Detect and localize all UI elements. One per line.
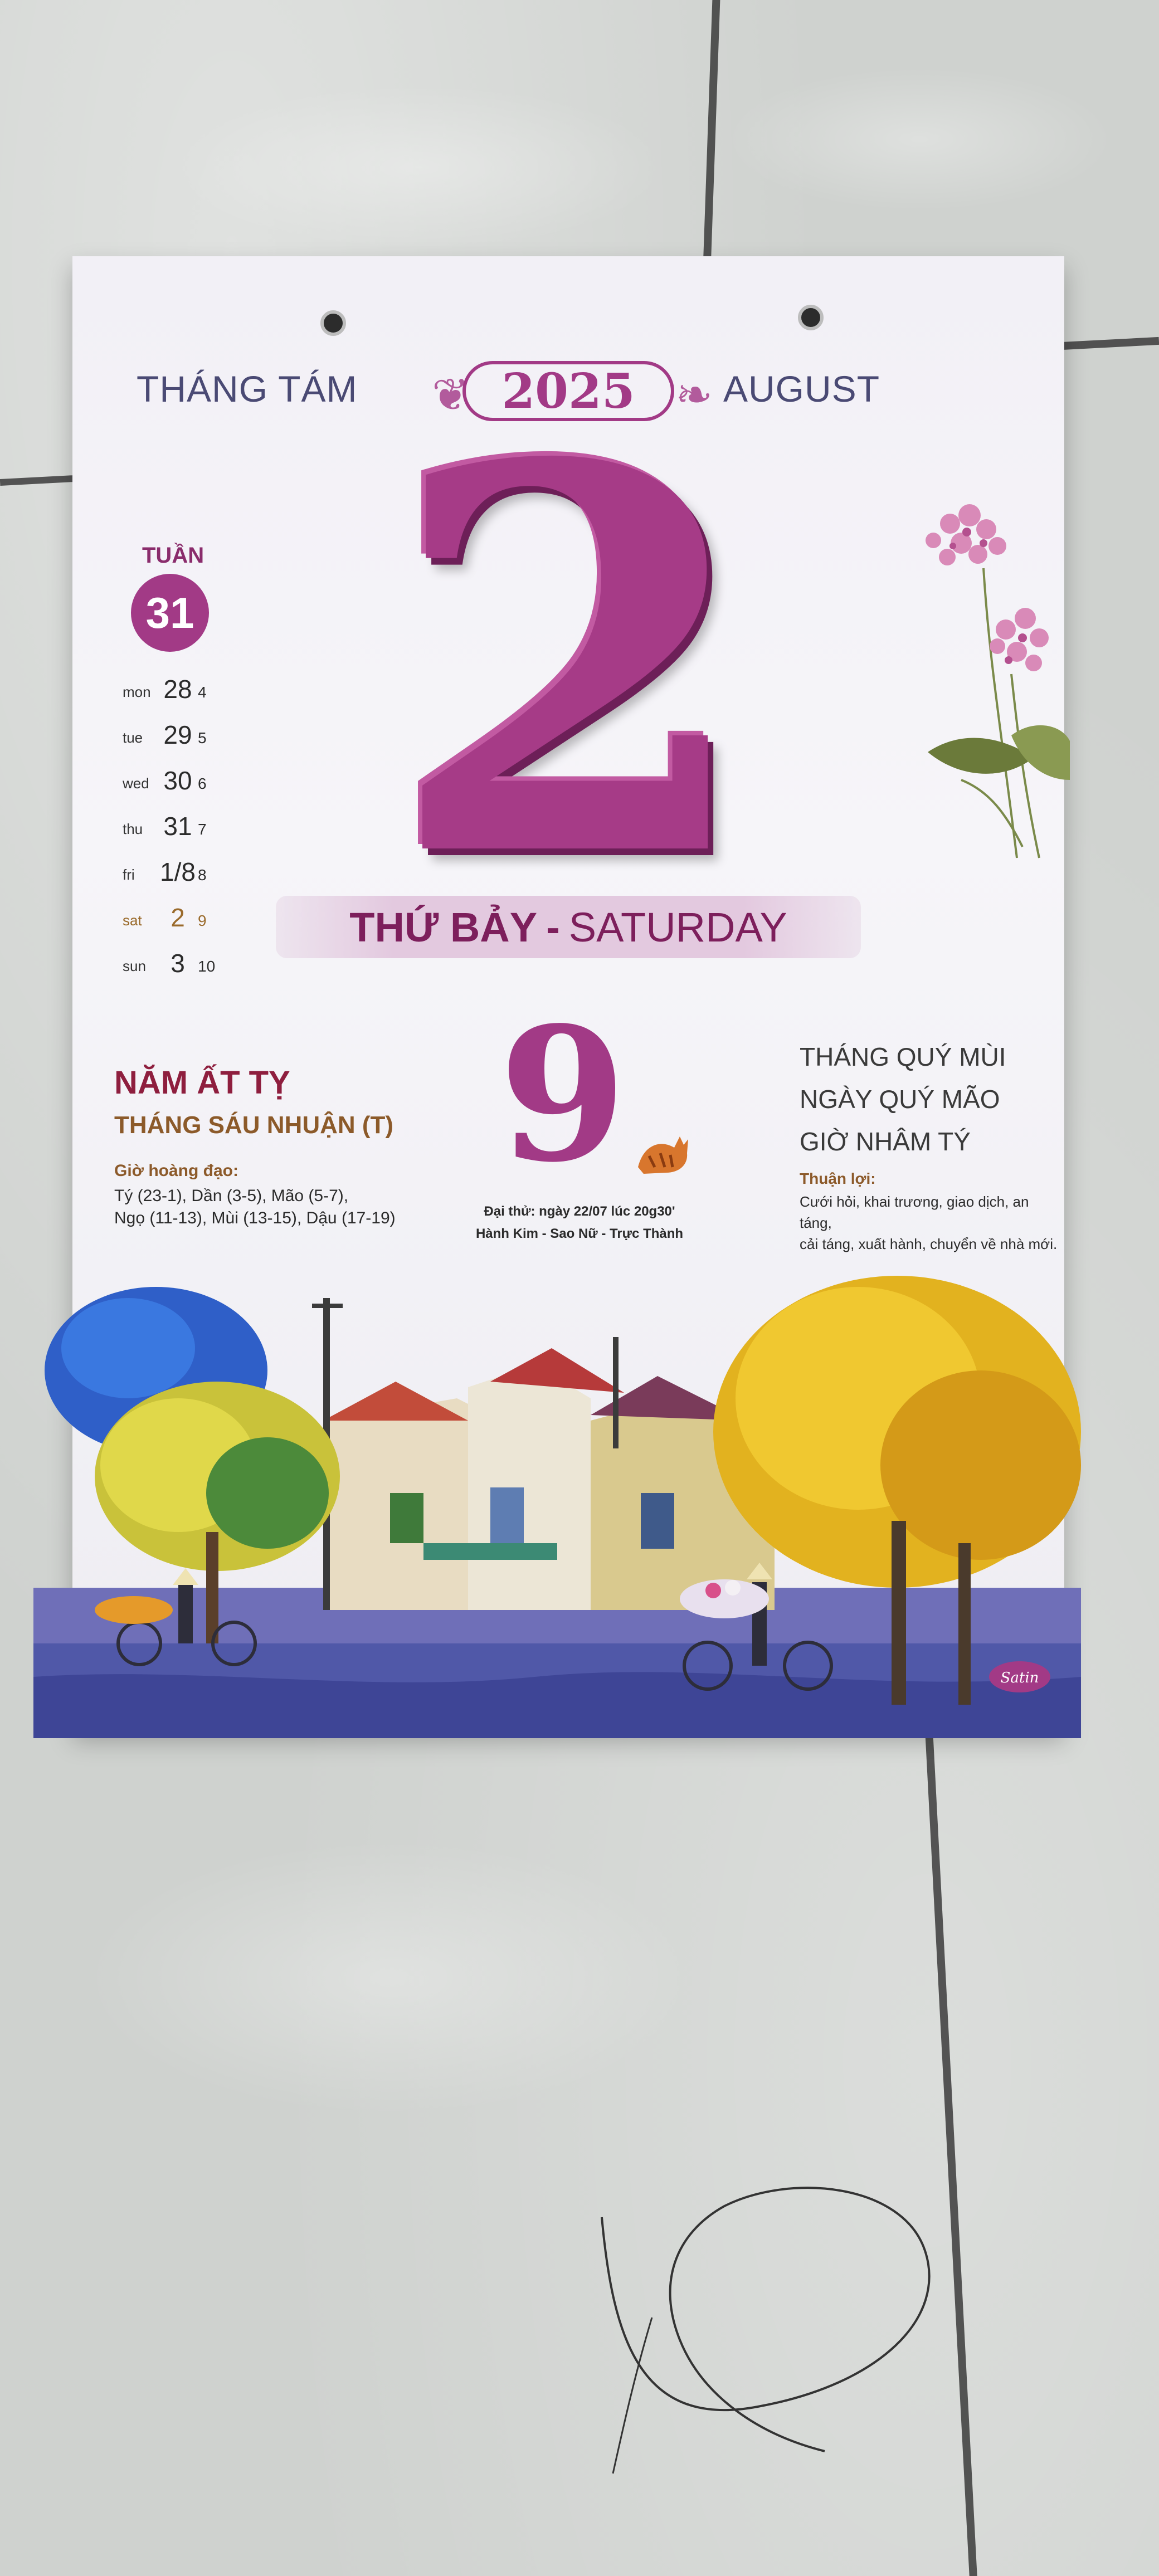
week-day-row: wed 30 6 xyxy=(123,763,234,808)
weekday-banner: THỨ BẢY - SATURDAY xyxy=(276,896,861,958)
week-day-date: 2 xyxy=(171,903,185,932)
can-chi-month: THÁNG QUÝ MÙI xyxy=(800,1042,1006,1071)
week-day-lunar: 6 xyxy=(198,775,207,792)
good-hours-line: Tý (23-1), Dần (3-5), Mão (5-7), xyxy=(114,1187,349,1205)
week-day-lunar: 9 xyxy=(198,912,207,929)
week-day-name: mon xyxy=(123,684,151,700)
week-day-date: 31 xyxy=(163,812,192,841)
flower-illustration xyxy=(926,504,1070,858)
week-day-date: 30 xyxy=(163,766,192,795)
lunar-month: THÁNG SÁU NHUẬN (T) xyxy=(114,1111,394,1139)
cat-icon xyxy=(638,1136,688,1174)
week-day-date: 28 xyxy=(163,675,192,704)
lunar-year-info: NĂM ẤT TỴ THÁNG SÁU NHUẬN (T) Giờ hoàng … xyxy=(114,1064,460,1230)
floor-marbling xyxy=(724,67,1114,212)
week-day-name: wed xyxy=(123,775,149,792)
solar-term-info: Đại thử: ngày 22/07 lúc 20g30' Hành Kim … xyxy=(457,1201,702,1245)
element-star-line: Hành Kim - Sao Nữ - Trực Thành xyxy=(475,1226,684,1241)
week-label: TUẦN xyxy=(142,543,204,568)
favorable-line: Cưới hỏi, khai trương, giao dịch, an tán… xyxy=(800,1193,1029,1231)
week-day-lunar: 4 xyxy=(198,684,207,701)
week-day-row: fri 1/8 8 xyxy=(123,854,234,900)
week-day-name: sun xyxy=(123,958,146,974)
can-chi-info: THÁNG QUÝ MÙI NGÀY QUÝ MÃO GIỜ NHÂM TÝ T… xyxy=(800,1042,1061,1255)
floor-marbling xyxy=(167,84,669,251)
week-day-lunar: 8 xyxy=(198,866,207,884)
week-day-lunar: 10 xyxy=(198,958,216,975)
week-day-row-today: sat 2 9 xyxy=(123,900,234,945)
lunar-year: NĂM ẤT TỴ xyxy=(114,1065,290,1101)
floor-marbling xyxy=(84,1838,697,2117)
week-day-name: fri xyxy=(123,866,135,883)
week-day-row: sun 3 10 xyxy=(123,945,234,991)
week-day-list: mon 28 4 tue 29 5 wed 30 6 thu 31 7 fri … xyxy=(123,671,234,991)
can-chi-hour: GIỜ NHÂM TÝ xyxy=(800,1127,971,1156)
solar-day-number: 2 xyxy=(387,352,756,974)
lunar-day-number: 9 xyxy=(499,987,627,1203)
week-day-date: 29 xyxy=(163,720,192,749)
tile-grout xyxy=(703,0,720,267)
good-hours-title: Giờ hoàng đạo: xyxy=(114,1162,238,1180)
week-number-badge: 31 xyxy=(131,574,209,652)
solar-term-line: Đại thử: ngày 22/07 lúc 20g30' xyxy=(484,1204,675,1219)
week-day-row: thu 31 7 xyxy=(123,808,234,854)
painting-signature: Satin xyxy=(1001,1670,1039,1686)
can-chi-day: NGÀY QUÝ MÃO xyxy=(800,1085,1000,1114)
weekday-separator: - xyxy=(546,904,560,950)
week-day-lunar: 5 xyxy=(198,729,207,747)
week-day-date: 1/8 xyxy=(160,857,196,886)
week-day-row: tue 29 5 xyxy=(123,717,234,763)
week-day-row: mon 28 4 xyxy=(123,671,234,717)
week-day-name: tue xyxy=(123,729,143,746)
favorable-title: Thuận lợi: xyxy=(800,1170,876,1187)
street-painting: Satin xyxy=(33,1276,1081,1738)
week-day-name: sat xyxy=(123,912,142,929)
week-day-lunar: 7 xyxy=(198,821,207,838)
hanging-hole-right xyxy=(798,305,824,330)
week-day-name: thu xyxy=(123,821,143,837)
favorable-line: cải táng, xuất hành, chuyển về nhà mới. xyxy=(800,1236,1058,1252)
month-vietnamese: THÁNG TÁM xyxy=(137,368,358,409)
hanging-hole-left xyxy=(320,310,346,336)
week-day-date: 3 xyxy=(171,949,185,978)
pen-scribble xyxy=(601,2187,931,2474)
weekday-english: SATURDAY xyxy=(568,904,787,950)
tile-grout xyxy=(1050,336,1159,351)
good-hours-line: Ngọ (11-13), Mùi (13-15), Dậu (17-19) xyxy=(114,1209,396,1227)
weekday-vietnamese: THỨ BẢY xyxy=(349,904,538,950)
